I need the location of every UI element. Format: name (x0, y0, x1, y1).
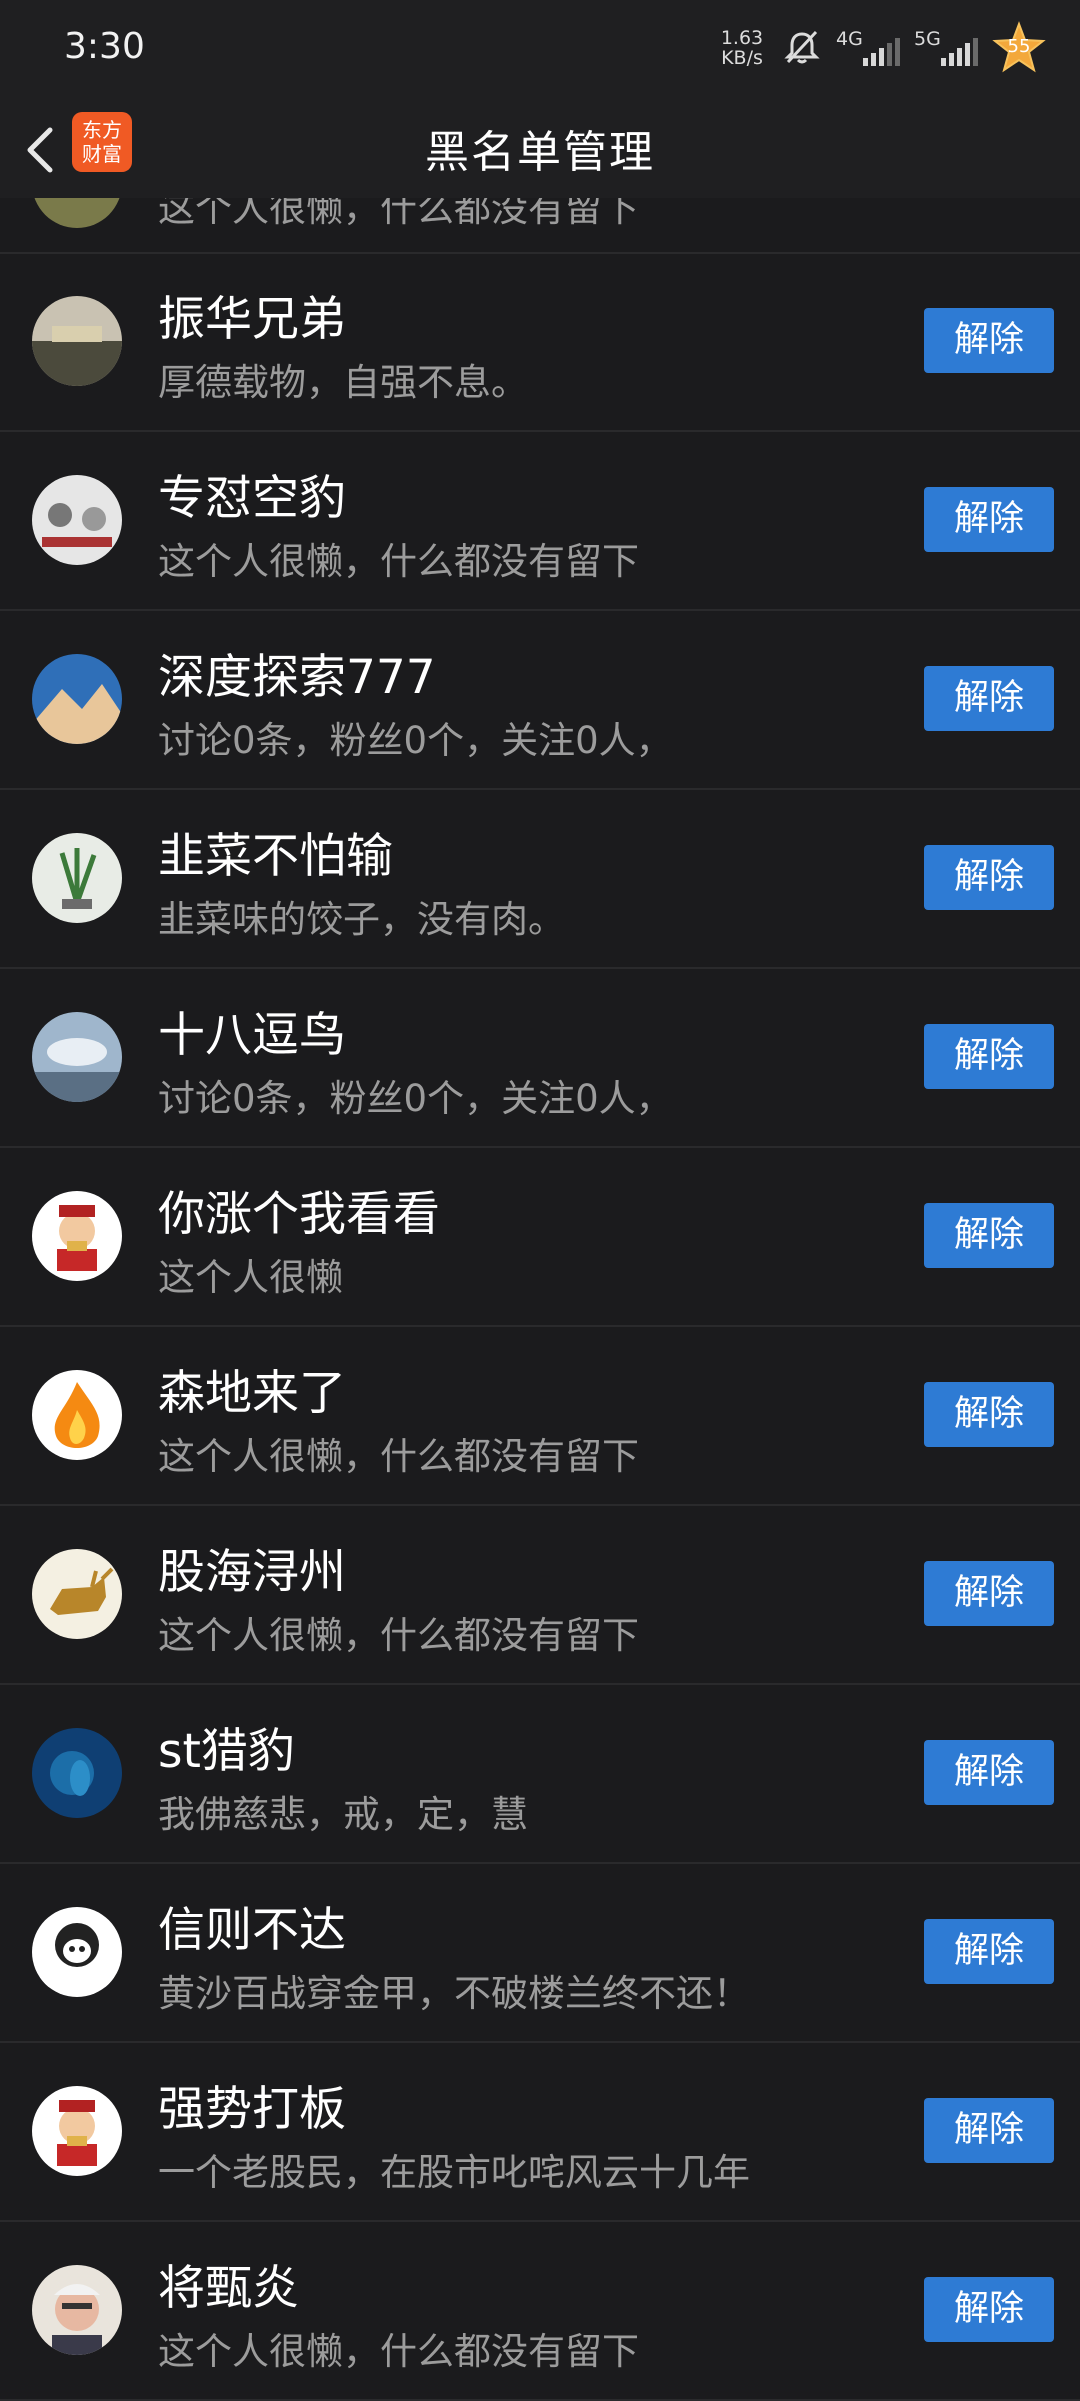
network-speed: 1.63 KB/s (716, 28, 768, 68)
unblock-button[interactable]: 解除 (924, 1919, 1054, 1984)
unblock-button[interactable]: 解除 (924, 1561, 1054, 1626)
fire-avatar-icon[interactable] (32, 1370, 122, 1460)
user-name: 专怼空豹 (158, 471, 346, 526)
user-description: 韭菜味的饺子，没有肉。 (158, 898, 565, 941)
network-speed-value: 1.63 (720, 27, 764, 49)
mountain-avatar-icon[interactable] (32, 654, 122, 744)
unblock-button[interactable]: 解除 (924, 487, 1054, 552)
user-name: st猎豹 (158, 1724, 295, 1779)
fortune-god-avatar-icon[interactable] (32, 1191, 122, 1281)
fortune-god-avatar-icon[interactable] (32, 2086, 122, 2176)
signal-4g-bars-icon (863, 38, 900, 66)
list-item[interactable]: 股海浔州这个人很懒，什么都没有留下 解除 (0, 1505, 1080, 1685)
unblock-button[interactable]: 解除 (924, 2277, 1054, 2342)
user-name: 将甄炎 (158, 2261, 299, 2316)
user-description: 我佛慈悲，戒，定，慧 (158, 1793, 528, 1836)
user-name: 十八逗鸟 (158, 1008, 346, 1063)
unblock-button[interactable]: 解除 (924, 666, 1054, 731)
signal-5g: 5G (914, 26, 978, 70)
list-item[interactable]: st猎豹我佛慈悲，戒，定，慧 解除 (0, 1684, 1080, 1864)
user-description: 厚德载物，自强不息。 (158, 361, 528, 404)
user-name: 股海浔州 (158, 1545, 346, 1600)
bull-avatar-icon[interactable] (32, 1549, 122, 1639)
status-icons: 1.63 KB/s 4G 5G 55 (716, 20, 1046, 76)
list-item[interactable]: 振华兄弟厚德载物，自强不息。 解除 (0, 252, 1080, 432)
unblock-button[interactable]: 解除 (924, 1740, 1054, 1805)
landscape-avatar-icon[interactable] (32, 296, 122, 386)
unblock-button[interactable]: 解除 (924, 845, 1054, 910)
list-item-partial: 这个人很懒，什么都没有留下 (0, 198, 1080, 254)
list-item[interactable]: 十八逗鸟讨论0条，粉丝0个，关注0人， 解除 (0, 968, 1080, 1148)
user-description: 这个人很懒，什么都没有留下 (158, 198, 639, 230)
signal-4g-label: 4G (836, 28, 863, 50)
list-item[interactable]: 强势打板一个老股民，在股市叱咤风云十几年 解除 (0, 2042, 1080, 2222)
meme-avatar-icon[interactable] (32, 1907, 122, 1997)
user-description: 讨论0条，粉丝0个，关注0人， (158, 1077, 673, 1120)
list-item[interactable]: 韭菜不怕输韭菜味的饺子，没有肉。 解除 (0, 789, 1080, 969)
battery-level: 55 (1007, 36, 1031, 57)
user-name: 振华兄弟 (158, 292, 346, 347)
user-description: 这个人很懒，什么都没有留下 (158, 540, 639, 583)
user-name: 强势打板 (158, 2082, 346, 2137)
list-item[interactable]: 信则不达黄沙百战穿金甲，不破楼兰终不还！ 解除 (0, 1863, 1080, 2043)
unblock-button[interactable]: 解除 (924, 1024, 1054, 1089)
battery-star-icon: 55 (992, 21, 1046, 75)
user-description: 一个老股民，在股市叱咤风云十几年 (158, 2151, 750, 2194)
list-item[interactable]: 你涨个我看看这个人很懒 解除 (0, 1147, 1080, 1327)
unblock-button[interactable]: 解除 (924, 2098, 1054, 2163)
list-item[interactable]: 森地来了这个人很懒，什么都没有留下 解除 (0, 1326, 1080, 1506)
unblock-button[interactable]: 解除 (924, 1382, 1054, 1447)
user-name: 韭菜不怕输 (158, 829, 393, 884)
signal-5g-label: 5G (914, 28, 941, 50)
page-title: 黑名单管理 (425, 127, 655, 178)
user-name: 森地来了 (158, 1366, 346, 1421)
user-description: 这个人很懒，什么都没有留下 (158, 1435, 639, 1478)
list-item[interactable]: 深度探索777 讨论0条，粉丝0个，关注0人， 解除 (0, 610, 1080, 790)
user-description: 黄沙百战穿金甲，不破楼兰终不还！ (158, 1972, 750, 2015)
user-name: 你涨个我看看 (158, 1187, 440, 1242)
user-description: 这个人很懒，什么都没有留下 (158, 2330, 639, 2373)
status-time: 3:30 (64, 26, 145, 67)
mute-bell-icon (784, 30, 820, 64)
sky-avatar-icon[interactable] (32, 1012, 122, 1102)
user-description: 这个人很懒 (158, 1256, 343, 1299)
list-item[interactable]: 专怼空豹这个人很懒，什么都没有留下 解除 (0, 431, 1080, 611)
cartoon-avatar-icon[interactable] (32, 475, 122, 565)
user-name: 信则不达 (158, 1903, 346, 1958)
status-bar: 3:30 1.63 KB/s 4G 5G 55 (0, 0, 1080, 100)
user-description: 讨论0条，粉丝0个，关注0人， (158, 719, 673, 762)
list-item[interactable]: 将甄炎这个人很懒，什么都没有留下 解除 (0, 2221, 1080, 2401)
network-speed-unit: KB/s (721, 47, 763, 69)
ocean-avatar-icon[interactable] (32, 1728, 122, 1818)
unblock-button[interactable]: 解除 (924, 1203, 1054, 1268)
unblock-button[interactable]: 解除 (924, 308, 1054, 373)
plant-avatar-icon[interactable] (32, 833, 122, 923)
portrait-avatar-icon[interactable] (32, 2265, 122, 2355)
partial-avatar (32, 198, 122, 228)
user-name: 深度探索777 (158, 650, 436, 705)
signal-4g: 4G (836, 26, 900, 70)
user-description: 这个人很懒，什么都没有留下 (158, 1614, 639, 1657)
signal-5g-bars-icon (941, 38, 978, 66)
